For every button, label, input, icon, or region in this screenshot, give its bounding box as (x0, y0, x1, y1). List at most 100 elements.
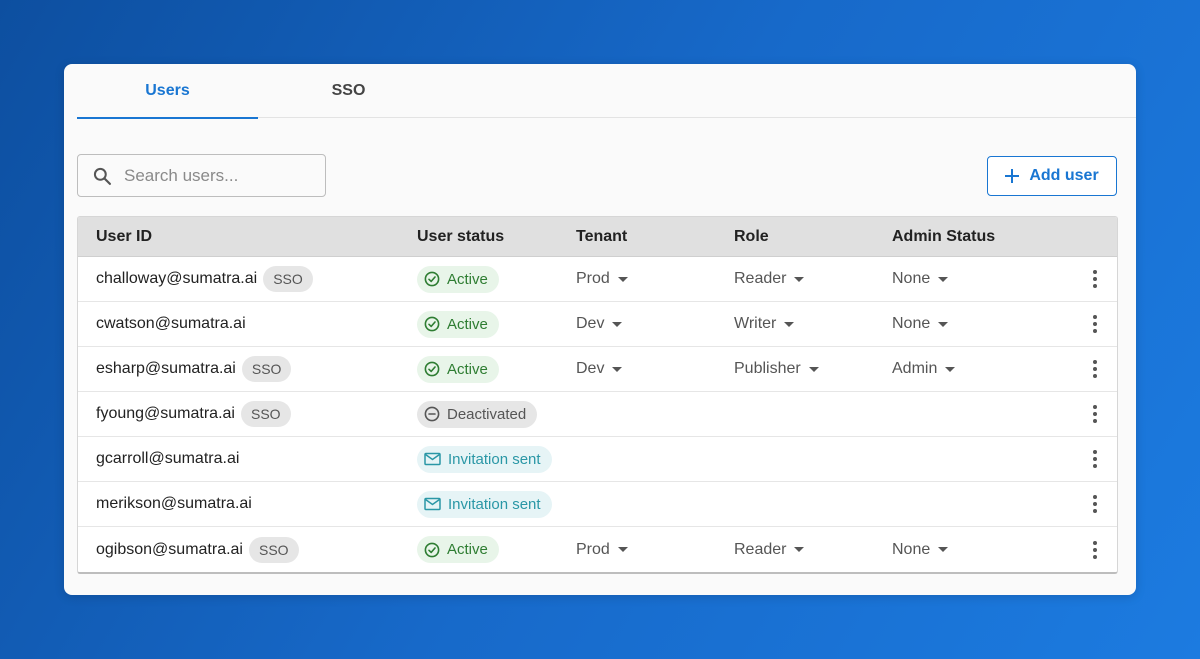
role-cell: Reader (734, 257, 892, 301)
users-table: User ID User status Tenant Role Admin St… (77, 216, 1118, 574)
tenant-cell: Prod (576, 527, 734, 572)
tenant-value: Prod (576, 270, 610, 287)
tab-users[interactable]: Users (77, 64, 258, 119)
user-id-cell: merikson@sumatra.ai (78, 482, 417, 526)
user-id-cell: challoway@sumatra.ai SSO (78, 257, 417, 301)
caret-down-icon (938, 276, 949, 282)
role-value: Writer (734, 315, 777, 332)
role-dropdown[interactable]: Reader (734, 540, 805, 559)
more-vert-icon[interactable] (1089, 446, 1101, 472)
tenant-dropdown[interactable]: Prod (576, 270, 628, 288)
admin-cell: None (892, 527, 1060, 572)
status-badge: Invitation sent (417, 445, 552, 473)
status-badge: Deactivated (417, 400, 538, 428)
more-vert-icon[interactable] (1089, 266, 1101, 292)
more-vert-icon[interactable] (1089, 401, 1101, 427)
user-status-cell: Invitation sent (417, 437, 576, 481)
check-circle-icon (424, 361, 440, 377)
role-value: Publisher (734, 360, 801, 377)
admin-value: None (892, 270, 931, 287)
admin-dropdown[interactable]: Admin (892, 360, 956, 378)
tenant-dropdown[interactable]: Dev (576, 315, 623, 333)
tab-sso[interactable]: SSO (258, 64, 439, 118)
row-menu-cell (1060, 347, 1117, 391)
row-menu-cell (1060, 392, 1117, 436)
user-id-cell: esharp@sumatra.ai SSO (78, 347, 417, 391)
check-circle-icon (424, 316, 440, 332)
more-vert-icon[interactable] (1089, 356, 1101, 382)
caret-down-icon (612, 366, 623, 372)
role-cell: Publisher (734, 347, 892, 391)
more-vert-icon[interactable] (1089, 491, 1101, 517)
table-row: fyoung@sumatra.ai SSO Deactivated (78, 392, 1117, 437)
status-label: Deactivated (447, 405, 527, 423)
role-cell: Writer (734, 302, 892, 346)
role-cell (734, 482, 892, 526)
table-row: ogibson@sumatra.ai SSO Active Prod Reader Non… (78, 527, 1117, 572)
admin-value: None (892, 315, 931, 332)
table-body: challoway@sumatra.ai SSO Active Prod Reader N… (78, 257, 1117, 572)
caret-down-icon (945, 366, 956, 372)
table-header: User ID User status Tenant Role Admin St… (78, 217, 1117, 257)
tenant-cell: Dev (576, 302, 734, 346)
admin-cell (892, 392, 1060, 436)
status-label: Active (447, 360, 488, 378)
role-dropdown[interactable]: Reader (734, 270, 805, 288)
role-value: Reader (734, 540, 787, 558)
header-tenant: Tenant (576, 227, 628, 245)
check-circle-icon (424, 271, 440, 287)
role-cell (734, 437, 892, 481)
status-badge: Active (417, 536, 499, 563)
caret-down-icon (612, 321, 623, 327)
user-status-cell: Invitation sent (417, 482, 576, 526)
user-id-cell: ogibson@sumatra.ai SSO (78, 527, 417, 572)
admin-cell (892, 437, 1060, 481)
user-email: merikson@sumatra.ai (96, 495, 252, 512)
admin-cell: None (892, 257, 1060, 301)
search-input[interactable] (124, 165, 314, 186)
user-status-cell: Deactivated (417, 392, 576, 436)
role-dropdown[interactable]: Publisher (734, 360, 819, 378)
status-badge: Active (417, 265, 499, 293)
tenant-cell (576, 392, 734, 436)
admin-dropdown[interactable]: None (892, 315, 949, 333)
admin-dropdown[interactable]: None (892, 540, 949, 559)
admin-cell (892, 482, 1060, 526)
mail-icon (424, 497, 441, 511)
role-dropdown[interactable]: Writer (734, 315, 795, 333)
add-user-button[interactable]: Add user (987, 156, 1117, 196)
tenant-dropdown[interactable]: Dev (576, 360, 623, 378)
table-row: gcarroll@sumatra.ai Invitation sent (78, 437, 1117, 482)
admin-dropdown[interactable]: None (892, 270, 949, 288)
tenant-cell: Prod (576, 257, 734, 301)
plus-icon (1005, 169, 1020, 183)
row-menu-cell (1060, 482, 1117, 526)
caret-down-icon (784, 321, 795, 327)
admin-value: None (892, 540, 931, 558)
search-box[interactable] (77, 154, 326, 197)
sso-tag: SSO (248, 536, 299, 563)
add-user-label: Add user (1029, 167, 1099, 184)
table-row: merikson@sumatra.ai Invitation sent (78, 482, 1117, 527)
more-vert-icon[interactable] (1089, 537, 1101, 563)
tenant-dropdown[interactable]: Prod (576, 541, 628, 559)
header-role: Role (734, 227, 769, 245)
header-user-id: User ID (96, 227, 153, 245)
tenant-value: Prod (576, 540, 610, 558)
user-status-cell: Active (417, 527, 576, 572)
check-circle-icon (424, 542, 440, 557)
user-management-card: Users SSO Add user User ID User status T… (64, 64, 1136, 595)
header-admin-status: Admin Status (892, 227, 996, 245)
user-id-cell: cwatson@sumatra.ai (78, 302, 417, 346)
status-label: Invitation sent (448, 495, 541, 513)
table-row: esharp@sumatra.ai SSO Active Dev Publisher Ad… (78, 347, 1117, 392)
tenant-cell: Dev (576, 347, 734, 391)
caret-down-icon (794, 276, 805, 282)
tenant-value: Dev (576, 360, 605, 377)
mail-icon (424, 452, 441, 466)
more-vert-icon[interactable] (1089, 311, 1101, 337)
row-menu-cell (1060, 257, 1117, 301)
sso-tag: SSO (263, 266, 313, 292)
minus-circle-icon (424, 406, 440, 422)
role-value: Reader (734, 270, 787, 287)
